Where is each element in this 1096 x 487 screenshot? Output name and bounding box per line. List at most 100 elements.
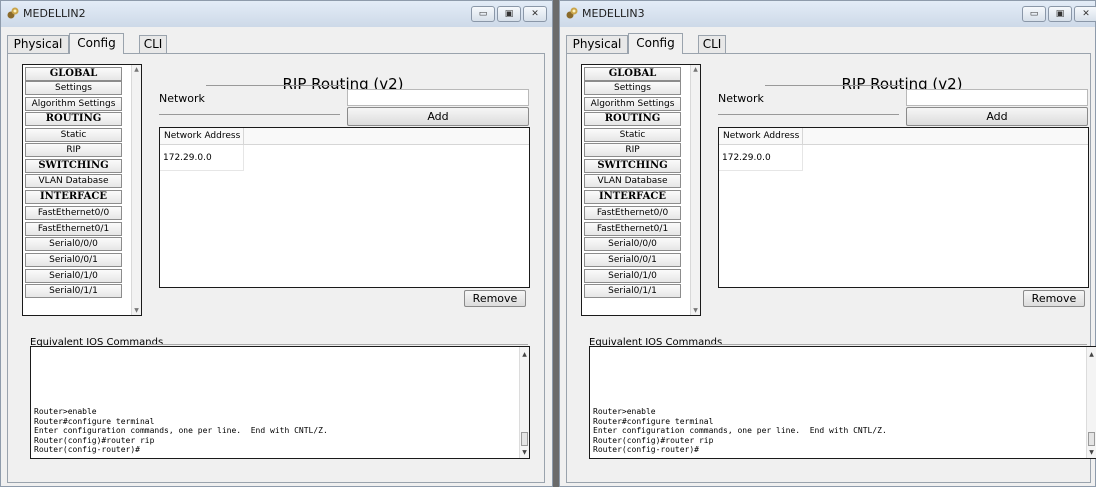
- title-rule: [206, 85, 345, 86]
- nav-item-fastethernet0-0[interactable]: FastEthernet0/0: [584, 206, 681, 220]
- add-button[interactable]: Add: [347, 107, 529, 126]
- network-rule: [159, 114, 340, 115]
- scroll-up-icon: ▲: [1089, 351, 1094, 358]
- network-address-header: Network Address: [160, 128, 244, 145]
- scroll-thumb[interactable]: [521, 432, 528, 446]
- nav-item-serial0-0-0[interactable]: Serial0/0/0: [25, 237, 122, 251]
- scroll-up-icon: ▲: [522, 351, 527, 358]
- minimize-icon: ▭: [478, 9, 488, 19]
- nav-header-global[interactable]: GLOBAL: [25, 67, 122, 81]
- tab-config[interactable]: Config: [628, 33, 683, 54]
- nav-item-rip[interactable]: RIP: [25, 143, 122, 157]
- config-nav-list: GLOBAL Settings Algorithm Settings ROUTI…: [581, 64, 701, 316]
- nav-header-switching[interactable]: SWITCHING: [25, 159, 122, 173]
- config-panel: GLOBAL Settings Algorithm Settings ROUTI…: [566, 53, 1096, 483]
- router-window-medellin2: MEDELLIN2 ▭ ▣ ✕ Physical Config CLI GLOB…: [0, 0, 553, 487]
- network-address-table: Network Address 172.29.0.0: [159, 127, 530, 288]
- config-nav-list: GLOBAL Settings Algorithm Settings ROUTI…: [22, 64, 142, 316]
- tab-config[interactable]: Config: [69, 33, 124, 54]
- close-icon: ✕: [1082, 9, 1090, 19]
- network-input[interactable]: [906, 89, 1088, 106]
- maximize-icon: ▣: [504, 9, 514, 19]
- close-button[interactable]: ✕: [1074, 6, 1096, 22]
- nav-item-settings[interactable]: Settings: [584, 81, 681, 95]
- nav-header-interface[interactable]: INTERFACE: [25, 190, 122, 204]
- table-header-filler: [803, 128, 1088, 145]
- nav-item-serial0-1-0[interactable]: Serial0/1/0: [584, 269, 681, 283]
- maximize-icon: ▣: [1055, 9, 1065, 19]
- table-row[interactable]: 172.29.0.0: [719, 145, 803, 171]
- title-bar[interactable]: MEDELLIN3 ▭ ▣ ✕: [560, 1, 1096, 27]
- nav-item-settings[interactable]: Settings: [25, 81, 122, 95]
- maximize-button[interactable]: ▣: [497, 6, 521, 22]
- nav-item-serial0-1-1[interactable]: Serial0/1/1: [584, 284, 681, 298]
- nav-item-fastethernet0-1[interactable]: FastEthernet0/1: [25, 222, 122, 236]
- tab-cli[interactable]: CLI: [139, 35, 167, 53]
- nav-item-vlan-database[interactable]: VLAN Database: [584, 174, 681, 188]
- title-rule: [765, 85, 904, 86]
- nav-header-interface[interactable]: INTERFACE: [584, 190, 681, 204]
- network-label: Network: [718, 92, 764, 105]
- network-input[interactable]: [347, 89, 529, 106]
- minimize-icon: ▭: [1029, 9, 1039, 19]
- tab-physical[interactable]: Physical: [566, 35, 628, 53]
- nav-header-global[interactable]: GLOBAL: [584, 67, 681, 81]
- scroll-down-icon: ▼: [522, 449, 527, 456]
- minimize-button[interactable]: ▭: [471, 6, 495, 22]
- remove-button[interactable]: Remove: [1023, 290, 1085, 307]
- nav-item-static[interactable]: Static: [25, 128, 122, 142]
- config-panel: GLOBAL Settings Algorithm Settings ROUTI…: [7, 53, 545, 483]
- network-rule: [718, 114, 899, 115]
- scroll-up-icon: ▲: [134, 66, 139, 73]
- nav-item-fastethernet0-0[interactable]: FastEthernet0/0: [25, 206, 122, 220]
- nav-item-serial0-0-0[interactable]: Serial0/0/0: [584, 237, 681, 251]
- nav-header-switching[interactable]: SWITCHING: [584, 159, 681, 173]
- packet-tracer-router-icon: [566, 7, 578, 19]
- scroll-down-icon: ▼: [693, 307, 698, 314]
- window-title: MEDELLIN2: [23, 7, 86, 20]
- nav-item-serial0-0-1[interactable]: Serial0/0/1: [584, 253, 681, 267]
- nav-item-serial0-1-0[interactable]: Serial0/1/0: [25, 269, 122, 283]
- packet-tracer-router-icon: [7, 7, 19, 19]
- console-text: Router>enable Router#configure terminal …: [34, 407, 328, 455]
- console-scrollbar[interactable]: ▲ ▼: [1086, 347, 1096, 458]
- table-row[interactable]: 172.29.0.0: [160, 145, 244, 171]
- scroll-down-icon: ▼: [134, 307, 139, 314]
- network-address-table: Network Address 172.29.0.0: [718, 127, 1089, 288]
- add-button[interactable]: Add: [906, 107, 1088, 126]
- table-header-filler: [244, 128, 529, 145]
- close-button[interactable]: ✕: [523, 6, 547, 22]
- nav-item-serial0-0-1[interactable]: Serial0/0/1: [25, 253, 122, 267]
- ios-commands-rule: [148, 344, 528, 345]
- window-title: MEDELLIN3: [582, 7, 645, 20]
- maximize-button[interactable]: ▣: [1048, 6, 1072, 22]
- router-window-medellin3: MEDELLIN3 ▭ ▣ ✕ Physical Config CLI GLOB…: [559, 0, 1096, 487]
- nav-item-algorithm-settings[interactable]: Algorithm Settings: [584, 97, 681, 111]
- scroll-down-icon: ▼: [1089, 449, 1094, 456]
- minimize-button[interactable]: ▭: [1022, 6, 1046, 22]
- nav-scrollbar[interactable]: ▲ ▼: [690, 65, 700, 315]
- ios-console[interactable]: Router>enable Router#configure terminal …: [589, 346, 1096, 459]
- ios-console[interactable]: Router>enable Router#configure terminal …: [30, 346, 530, 459]
- nav-item-serial0-1-1[interactable]: Serial0/1/1: [25, 284, 122, 298]
- scroll-thumb[interactable]: [1088, 432, 1095, 446]
- nav-scrollbar[interactable]: ▲ ▼: [131, 65, 141, 315]
- close-icon: ✕: [531, 9, 539, 19]
- console-text: Router>enable Router#configure terminal …: [593, 407, 887, 455]
- network-address-header: Network Address: [719, 128, 803, 145]
- nav-item-fastethernet0-1[interactable]: FastEthernet0/1: [584, 222, 681, 236]
- nav-item-rip[interactable]: RIP: [584, 143, 681, 157]
- tab-cli[interactable]: CLI: [698, 35, 726, 53]
- nav-item-vlan-database[interactable]: VLAN Database: [25, 174, 122, 188]
- nav-item-static[interactable]: Static: [584, 128, 681, 142]
- nav-header-routing[interactable]: ROUTING: [25, 112, 122, 126]
- nav-item-algorithm-settings[interactable]: Algorithm Settings: [25, 97, 122, 111]
- scroll-up-icon: ▲: [693, 66, 698, 73]
- network-label: Network: [159, 92, 205, 105]
- title-bar[interactable]: MEDELLIN2 ▭ ▣ ✕: [1, 1, 552, 27]
- console-scrollbar[interactable]: ▲ ▼: [519, 347, 529, 458]
- ios-commands-rule: [707, 344, 1087, 345]
- remove-button[interactable]: Remove: [464, 290, 526, 307]
- tab-physical[interactable]: Physical: [7, 35, 69, 53]
- nav-header-routing[interactable]: ROUTING: [584, 112, 681, 126]
